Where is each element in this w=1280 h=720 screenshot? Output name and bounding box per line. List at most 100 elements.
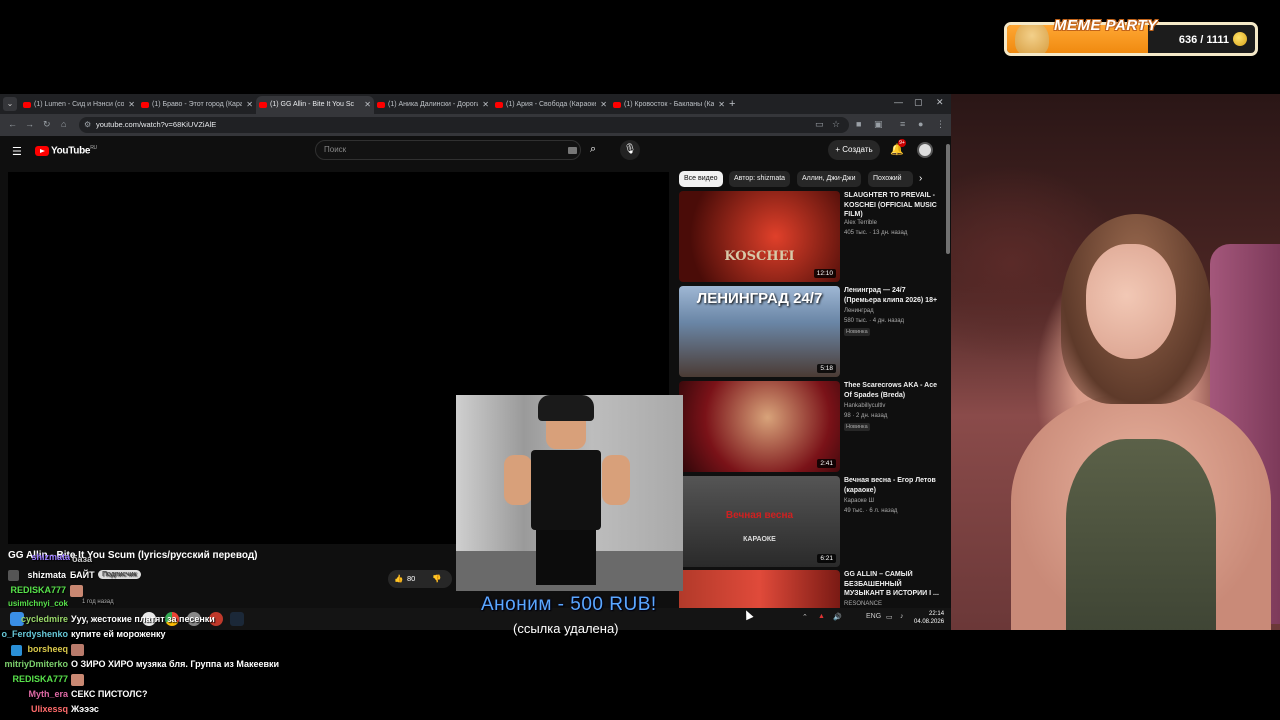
chip-author[interactable]: Автор: shizmata — [729, 171, 791, 187]
youtube-logo-icon[interactable] — [35, 146, 49, 156]
thumbs-up-icon[interactable]: 👍 — [394, 570, 403, 588]
volume-icon[interactable]: 🔊 — [833, 613, 842, 621]
youtube-logo-text[interactable]: YouTubeRU — [51, 145, 97, 156]
recommendation-title[interactable]: Вечная весна - Егор Летов (караоке) — [844, 476, 939, 495]
browser-tab[interactable]: (1) Браво - Этот город (Карао ✕ — [138, 96, 256, 114]
chat-nick: shizmata — [27, 570, 66, 580]
filter-chips: Все видео Автор: shizmata Аллин, Джи-Джи… — [679, 171, 941, 187]
scrollbar-thumb[interactable] — [946, 144, 950, 254]
create-button[interactable]: + Создать — [828, 140, 880, 160]
channel-name[interactable]: Караоке Ш — [844, 498, 874, 504]
extension-icon[interactable]: ■ — [856, 119, 861, 129]
bookmark-star-icon[interactable]: ☆ — [832, 119, 840, 130]
cast-icon[interactable]: ▭ — [815, 119, 824, 130]
tab-search-button[interactable]: ⌄ — [3, 97, 17, 111]
chat-message: o_Ferdyshenko купите ей мороженку — [0, 629, 165, 644]
subscriber-tag: Подписчик — [98, 570, 141, 579]
recommendation-item[interactable]: Вечная весна КАРАОКЕ 6:21 Вечная весна -… — [679, 476, 941, 568]
chip-all[interactable]: Все видео — [679, 171, 723, 187]
back-icon[interactable]: ← — [8, 119, 17, 129]
search-icon[interactable]: ⌕ — [590, 143, 596, 156]
video-thumbnail[interactable]: KOSCHEI 12:10 — [679, 191, 840, 282]
meme-party-title: MEME PARTY — [1054, 17, 1158, 34]
chat-nick: shizmata — [31, 552, 70, 562]
channel-name[interactable]: Hankabillycultlv — [844, 403, 885, 409]
steam-icon[interactable] — [230, 612, 244, 626]
video-thumbnail[interactable]: 2:41 — [679, 381, 840, 472]
avatar[interactable] — [917, 142, 933, 158]
puzzle-icon[interactable]: ▣ — [874, 119, 883, 130]
close-tab-icon[interactable]: ✕ — [482, 96, 489, 114]
channel-name[interactable]: Alex Terrible — [844, 220, 877, 226]
language-indicator[interactable]: ENG — [866, 613, 881, 620]
tab-strip: ⌄ (1) Lumen - Сид и Нэнси (colo ✕ (1) Бра… — [0, 94, 951, 114]
meme-party-count: 636 / 1111 — [1178, 34, 1229, 46]
kebab-menu-icon[interactable]: ⋮ — [936, 119, 945, 130]
channel-name[interactable]: RESONANCE — [844, 601, 882, 607]
donation-alert-title: Аноним - 500 RUB! — [481, 594, 657, 615]
like-dislike-button[interactable]: 👍 80 👎 — [388, 570, 452, 588]
browser-tab[interactable]: (1) Lumen - Сид и Нэнси (colo ✕ — [20, 96, 138, 114]
omnibox[interactable]: ⚙ youtube.com/watch?v=68KiUVZiAlE — [79, 117, 849, 133]
chat-message: REDISKA777 — [0, 585, 83, 600]
chat-text: Жэээс — [71, 704, 99, 714]
close-tab-icon[interactable]: ✕ — [718, 96, 725, 114]
reload-icon[interactable]: ↻ — [43, 119, 51, 130]
browser-tab[interactable]: (1) Кровосток - Бакланы (Кар ✕ — [610, 96, 728, 114]
close-tab-icon[interactable]: ✕ — [364, 96, 371, 114]
thumbs-down-icon[interactable]: 👎 — [432, 570, 441, 588]
chip-similar[interactable]: Похожий — [868, 171, 913, 187]
emote-icon — [71, 644, 84, 656]
keyboard-icon[interactable] — [568, 147, 577, 154]
close-tab-icon[interactable]: ✕ — [600, 96, 607, 114]
character-hair — [538, 395, 594, 421]
chat-nick: usimlchnyi_cok — [7, 599, 68, 608]
hamburger-menu-icon[interactable]: ☰ — [12, 145, 22, 158]
search-input[interactable] — [324, 145, 554, 154]
url-text[interactable]: youtube.com/watch?v=68KiUVZiAlE — [96, 120, 216, 129]
video-thumbnail[interactable] — [679, 570, 840, 610]
video-thumbnail[interactable]: ЛЕНИНГРАД 24/7 5:18 — [679, 286, 840, 377]
close-tab-icon[interactable]: ✕ — [246, 96, 253, 114]
recommendation-item[interactable]: GG ALLIN – САМЫЙ БЕЗБАШЕННЫЙ МУЗЫКАНТ В … — [679, 570, 941, 610]
browser-tab[interactable]: (1) Ария - Свобода (Караоке) ✕ — [492, 96, 610, 114]
home-icon[interactable]: ⌂ — [61, 119, 66, 129]
recommendation-title[interactable]: SLAUGHTER TO PREVAIL - KOSCHEI (OFFICIAL… — [844, 191, 939, 220]
recommendation-title[interactable]: GG ALLIN – САМЫЙ БЕЗБАШЕННЫЙ МУЗЫКАНТ В … — [844, 570, 939, 599]
maximize-icon[interactable]: ▢ — [914, 97, 923, 108]
scrollbar[interactable] — [945, 136, 951, 630]
character-torso — [531, 450, 601, 530]
chip-allin[interactable]: Аллин, Джи-Джи — [797, 171, 861, 187]
close-window-icon[interactable]: ✕ — [936, 97, 944, 108]
chat-timestamp: 1 год назад — [82, 599, 114, 605]
forward-icon[interactable]: → — [25, 119, 34, 129]
chevron-right-icon[interactable]: › — [919, 173, 922, 184]
clock[interactable]: 22:14 04.08.2026 — [914, 610, 944, 626]
youtube-favicon-icon — [613, 102, 621, 108]
playlist-icon[interactable]: ≡ — [900, 119, 905, 129]
chat-text: купите ей мороженку — [71, 629, 166, 639]
recommendation-title[interactable]: Thee Scarecrows AKA - Ace Of Spades (Bre… — [844, 381, 939, 400]
tray-chevron-icon[interactable]: ⌃ — [802, 613, 808, 621]
chat-message: cycledmire Ууу, жестокие платят за песен… — [0, 614, 215, 629]
close-tab-icon[interactable]: ✕ — [128, 96, 135, 114]
recommendation-title[interactable]: Ленинград — 24/7 (Премьера клипа 2026) 1… — [844, 286, 939, 305]
video-thumbnail[interactable]: Вечная весна КАРАОКЕ 6:21 — [679, 476, 840, 567]
notification-count-badge: 9+ — [898, 139, 906, 147]
network-icon[interactable]: ▭ — [886, 613, 893, 621]
browser-tab-active[interactable]: (1) GG Allin - Bite It You Sc ✕ — [256, 96, 374, 114]
recommendation-item[interactable]: ЛЕНИНГРАД 24/7 5:18 Ленинград — 24/7 (Пр… — [679, 286, 941, 378]
recommendation-item[interactable]: 2:41 Thee Scarecrows AKA - Ace Of Spades… — [679, 381, 941, 473]
site-info-icon[interactable]: ⚙ — [84, 120, 91, 129]
recommendation-item[interactable]: KOSCHEI 12:10 SLAUGHTER TO PREVAIL - KOS… — [679, 191, 941, 283]
speaker-icon[interactable]: ♪ — [900, 613, 904, 620]
new-tab-button[interactable]: + — [729, 96, 735, 112]
chat-text: Ууу, жестокие платят за песенки — [71, 614, 215, 624]
microphone-icon[interactable]: 🎙 — [620, 140, 640, 160]
tray-app-icon[interactable]: ▲ — [818, 613, 825, 620]
minimize-icon[interactable]: — — [894, 97, 903, 107]
profile-icon[interactable]: ● — [918, 119, 923, 129]
emote-icon — [70, 585, 83, 597]
channel-name[interactable]: Ленинград — [844, 308, 874, 314]
browser-tab[interactable]: (1) Аника Далински - Дороги ✕ — [374, 96, 492, 114]
